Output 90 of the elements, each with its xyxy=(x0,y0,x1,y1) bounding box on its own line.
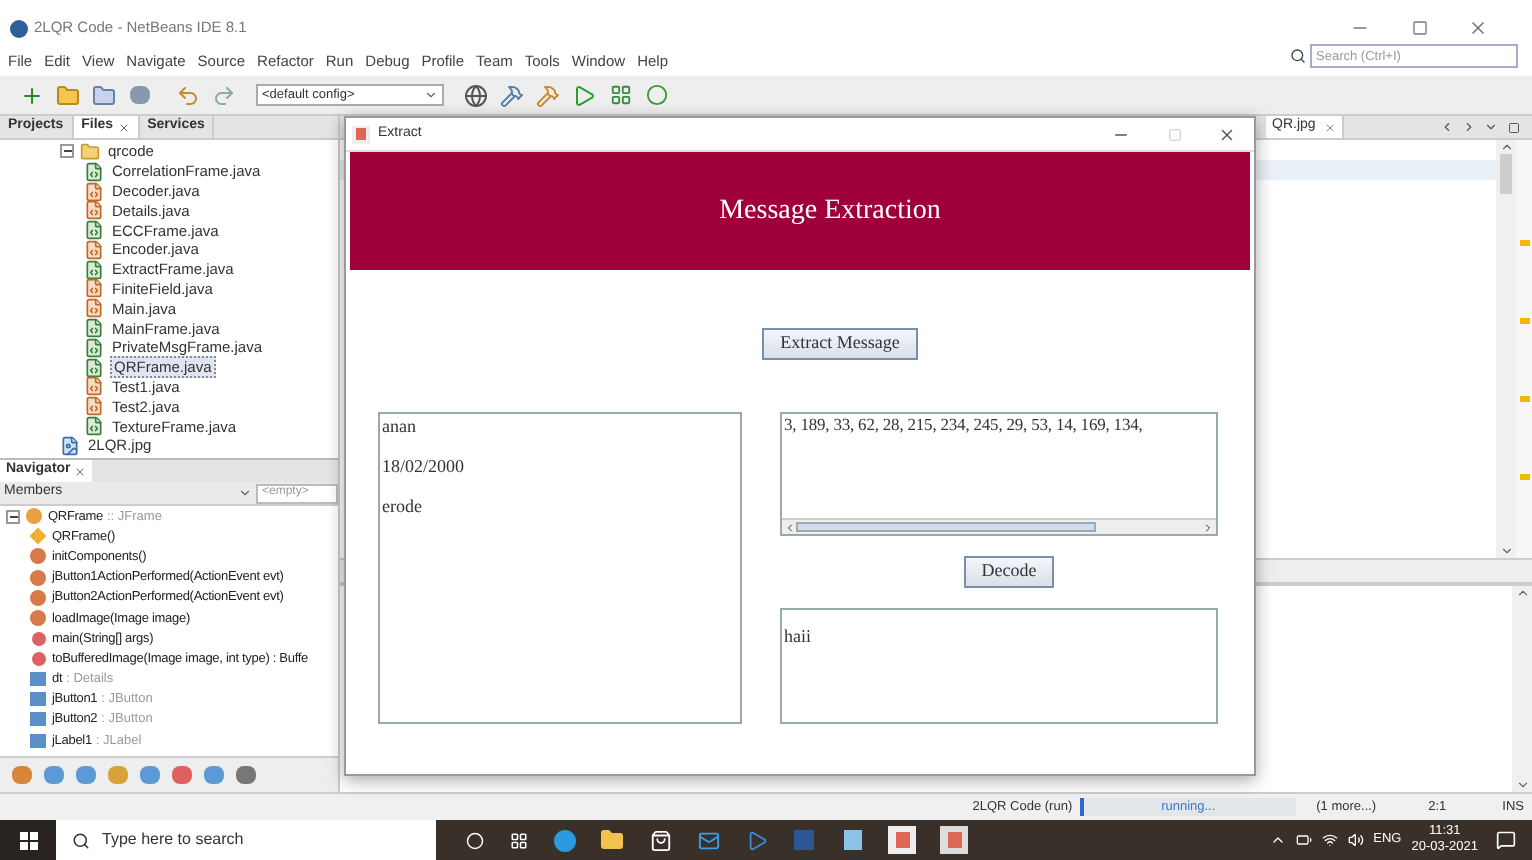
redo-icon xyxy=(212,83,236,107)
method-icon xyxy=(28,587,48,608)
class-file-icon xyxy=(84,376,104,397)
open-project-icon xyxy=(92,83,116,107)
media-icon xyxy=(744,828,768,852)
scroll-up-icon[interactable] xyxy=(1515,586,1529,600)
form-file-icon xyxy=(84,337,104,358)
class-file-icon xyxy=(84,278,104,299)
store-icon xyxy=(648,828,672,852)
search-icon[interactable] xyxy=(1290,48,1306,64)
decode-button[interactable]: Decode xyxy=(963,556,1055,588)
class-file-icon xyxy=(84,396,104,417)
cortana-icon xyxy=(464,830,484,850)
clean-build-icon xyxy=(536,83,560,107)
close-icon xyxy=(1468,18,1488,38)
class-file-icon xyxy=(84,239,104,260)
maximize-icon xyxy=(1506,120,1520,134)
details-line: 18/02/2000 xyxy=(382,456,467,476)
class-file-icon xyxy=(84,298,104,319)
details-line: erode xyxy=(382,496,424,516)
battery-icon xyxy=(1295,832,1312,848)
taskbar-search[interactable]: Type here to search xyxy=(56,820,436,860)
scroll-thumb[interactable] xyxy=(1500,154,1512,194)
encoded-values: 3, 189, 33, 62, 28, 215, 234, 245, 29, 53, 14, 169, 134, xyxy=(784,414,1145,436)
form-file-icon xyxy=(84,259,104,280)
encoded-text-area[interactable]: 3, 189, 33, 62, 28, 215, 234, 245, 29, 53, 14, 169, 134, xyxy=(780,412,1218,536)
field-icon xyxy=(28,709,48,730)
vertical-scrollbar[interactable] xyxy=(1512,586,1532,792)
folder-icon xyxy=(80,141,100,162)
restore-icon xyxy=(1410,19,1428,37)
class-icon xyxy=(24,506,44,527)
mail-icon xyxy=(696,828,720,852)
scroll-up-icon[interactable] xyxy=(1499,140,1513,154)
scroll-thumb[interactable] xyxy=(796,522,1096,532)
debug-icon xyxy=(608,83,632,107)
details-text-area[interactable]: anan 18/02/2000 erode xyxy=(378,412,742,724)
scroll-left-icon[interactable] xyxy=(784,521,796,533)
undo-icon xyxy=(176,83,200,107)
scroll-down-icon[interactable] xyxy=(1515,778,1529,792)
volume-icon xyxy=(1347,832,1364,848)
close-icon xyxy=(117,121,130,133)
folder-icon xyxy=(600,828,624,852)
scroll-down-icon[interactable] xyxy=(1499,544,1513,558)
method-icon xyxy=(28,608,48,629)
form-file-icon xyxy=(84,318,104,339)
extract-message-button[interactable]: Extract Message xyxy=(762,328,918,360)
form-file-icon xyxy=(84,357,104,378)
details-line: anan xyxy=(382,416,418,436)
field-icon xyxy=(28,689,48,710)
expander-icon[interactable] xyxy=(60,144,74,159)
scroll-right-icon xyxy=(1462,120,1476,134)
form-file-icon xyxy=(84,161,104,182)
task-view-icon xyxy=(508,830,528,850)
maximize-icon xyxy=(1166,126,1182,142)
globe-icon xyxy=(464,83,488,107)
form-file-icon xyxy=(84,220,104,241)
field-icon xyxy=(28,730,48,751)
new-file-icon xyxy=(20,83,44,107)
scroll-left-icon xyxy=(1440,120,1454,134)
method-icon xyxy=(28,567,48,588)
expander-icon[interactable] xyxy=(6,509,20,524)
close-icon xyxy=(74,465,87,477)
close-icon xyxy=(1323,121,1336,133)
dialog-heading: Message Extraction xyxy=(717,194,941,230)
constructor-icon xyxy=(28,526,48,547)
search-icon xyxy=(72,831,90,849)
close-icon xyxy=(1218,125,1236,143)
profile-icon xyxy=(644,83,668,107)
static-method-icon xyxy=(28,648,48,669)
class-file-icon xyxy=(84,181,104,201)
decoded-message: haii xyxy=(784,626,811,646)
vertical-scrollbar[interactable] xyxy=(1496,140,1516,558)
chevron-up-icon xyxy=(1269,832,1286,848)
network-icon xyxy=(1321,832,1338,848)
dropdown-icon xyxy=(1484,120,1498,134)
class-file-icon xyxy=(84,200,104,221)
image-file-icon xyxy=(60,435,80,456)
horizontal-scrollbar[interactable] xyxy=(782,518,1216,534)
build-icon xyxy=(500,83,524,107)
notification-icon xyxy=(1496,830,1516,850)
new-project-icon xyxy=(56,83,80,107)
field-icon xyxy=(28,669,48,690)
scroll-right-icon[interactable] xyxy=(1202,521,1214,533)
static-method-icon xyxy=(28,628,48,649)
run-icon xyxy=(572,83,596,107)
app-logo-icon xyxy=(8,18,28,38)
start-icon xyxy=(0,820,56,860)
output-text-area[interactable]: haii xyxy=(780,608,1218,724)
method-icon xyxy=(28,546,48,567)
form-file-icon xyxy=(84,416,104,437)
